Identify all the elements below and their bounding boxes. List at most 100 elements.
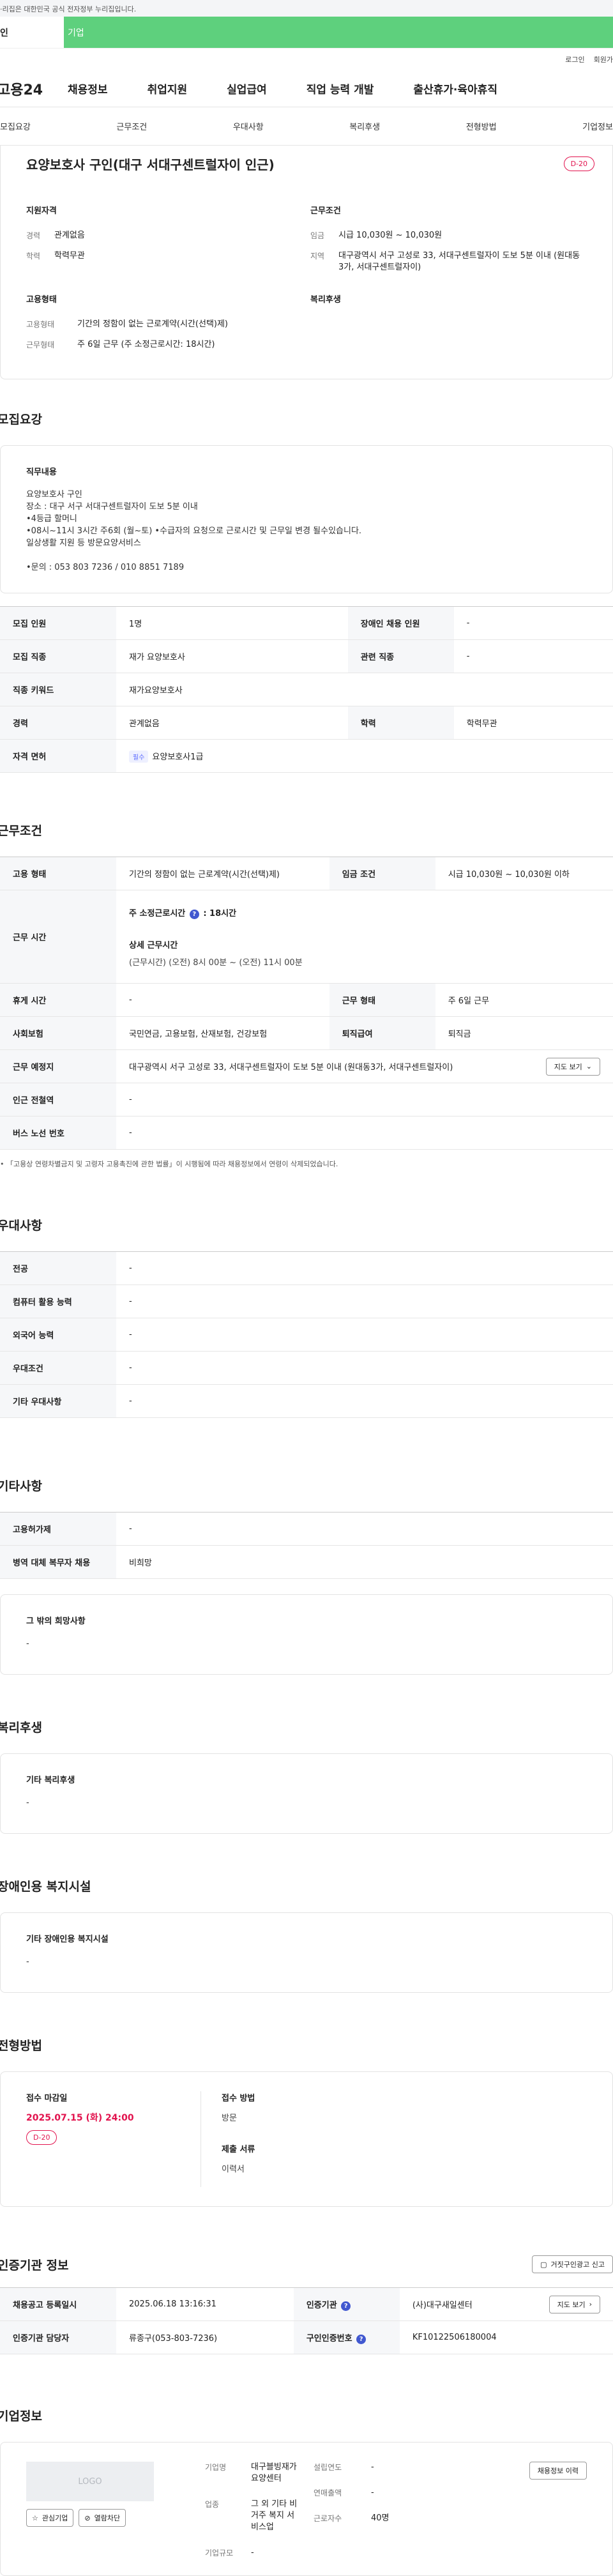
cell-value: 관계없음 — [116, 706, 348, 740]
snb-item-preference[interactable]: 우대사항 — [233, 120, 264, 132]
cell-label: 모집 직종 — [0, 639, 116, 673]
cell-value: 대구광역시 서구 고성로 33, 서대구센트럴자이 도보 5분 이내 (원대동3… — [116, 1049, 613, 1083]
cell-value: - — [116, 1284, 613, 1318]
work-location: 대구광역시 서구 고성로 33, 서대구센트럴자이 도보 5분 이내 (원대동3… — [129, 1063, 453, 1072]
preference-table: 전공 - 컴퓨터 활용 능력 - 외국어 능력 - 우대조건 - 기타 우대사항 - — [0, 1251, 613, 1418]
weekly-hours-label: 주 소정근로시간 — [129, 908, 186, 918]
gnb-item-jobs[interactable]: 채용정보 — [68, 80, 108, 96]
cond-value: 대구광역시 서구 고성로 33, 서대구센트럴자이 도보 5분 이내 (원대동3… — [338, 251, 580, 272]
cell-value: 류종구(053-803-7236) — [116, 2321, 294, 2354]
gnb-item-unemployment-benefit[interactable]: 실업급여 — [227, 80, 267, 96]
login-link[interactable]: 로그인 — [565, 54, 584, 65]
gnb-item-employment-support[interactable]: 취업지원 — [148, 80, 188, 96]
agency-label: 인증기관 — [306, 2300, 337, 2310]
cell-value: 주 소정근로시간 ? : 18시간 상세 근무시간 (근무시간) (오전) 8시… — [116, 890, 613, 984]
block-view-button[interactable]: ⊘ 열람차단 — [79, 2509, 126, 2527]
emp-value: 기간의 정함이 없는 근로계약(시간(선택)제) — [77, 319, 229, 329]
company-industry: 그 외 기타 비거주 복지 서비스업 — [251, 2499, 298, 2532]
cell-value: 재가요양보호사 — [116, 673, 613, 706]
favorite-company-button[interactable]: ☆ 관심기업 — [26, 2509, 74, 2527]
other-wishes-heading: 그 밖의 희망사항 — [26, 1617, 86, 1626]
snb-item-selection[interactable]: 전형방법 — [466, 120, 497, 132]
emp-label: 근무형태 — [26, 340, 55, 349]
license-name: 요양보호사1급 — [152, 752, 204, 762]
cond-label: 임금 — [310, 231, 325, 240]
job-title: 요양보호사 구인(대구 서대구센트럴자이 인근) — [26, 157, 275, 172]
table-row: 외국어 능력 - — [0, 1318, 613, 1352]
welfare-box-value: - — [26, 1798, 29, 1808]
report-false-ad-button[interactable]: ▢ 거짓구인광고 신고 — [532, 2255, 613, 2273]
cell-value: 필수 요양보호사1급 — [116, 739, 613, 773]
cell-label: 경력 — [0, 706, 116, 740]
work-section-title: 근무조건 — [0, 824, 42, 838]
work-table: 고용 형태 기간의 정함이 없는 근로계약(시간(선택)제) 임금 조건 시급 10,… — [0, 857, 613, 1150]
company-box: LOGO ☆ 관심기업 ⊘ 열람차단 기업명 대구블빙재가요양센터 업종 그 외 기타 … — [0, 2442, 613, 2576]
table-row: 기타 우대사항 - — [0, 1384, 613, 1418]
etc-section-title: 기타사항 — [0, 1479, 42, 1493]
welfare-heading: 복리후생 — [310, 295, 341, 305]
tab-personal[interactable]: 인 — [0, 17, 64, 48]
cell-value: 주 6일 근무 — [435, 983, 613, 1017]
cell-value: 1명 — [116, 606, 348, 640]
cell-label: 사회보험 — [0, 1016, 116, 1050]
table-row: 인증기관 담당자 류종구(053-803-7236) 구인인증번호 ? KF10122… — [0, 2321, 613, 2354]
snb-item-welfare[interactable]: 복리후생 — [349, 120, 380, 132]
site-logo[interactable]: 고용24 — [0, 79, 68, 99]
conditions-heading: 근무조건 — [310, 206, 341, 216]
cell-label: 근무 형태 — [329, 983, 435, 1017]
cell-value: KF10122506180004 — [399, 2321, 613, 2354]
cell-label: 직종 키워드 — [0, 673, 116, 706]
cell-label: 병역 대체 복무자 채용 — [0, 1545, 116, 1579]
company-field-label: 설립연도 — [314, 2463, 342, 2472]
cell-label: 학력 — [347, 706, 454, 740]
preference-section-title: 우대사항 — [0, 1219, 42, 1233]
cell-label: 근무 예정지 — [0, 1049, 116, 1083]
cell-label: 버스 노선 번호 — [0, 1116, 116, 1150]
cell-value: - — [453, 639, 613, 673]
cond-label: 지역 — [310, 252, 325, 261]
qualification-heading: 지원자격 — [26, 206, 57, 216]
hiring-history-button[interactable]: 채용정보 이력 — [529, 2462, 587, 2480]
company-field-label: 업종 — [205, 2500, 220, 2509]
qual-label: 학력 — [26, 252, 41, 261]
block-label: 열람차단 — [94, 2514, 121, 2522]
cell-value: 학력무관 — [453, 706, 613, 740]
company-sales: - — [371, 2488, 374, 2497]
cell-value: - — [116, 1116, 613, 1150]
tab-company[interactable]: 기업 — [64, 17, 613, 48]
cell-value: (사)대구새일센터 지도 보기 › — [399, 2287, 613, 2321]
deadline-label: 접수 마감일 — [26, 2094, 68, 2103]
agency-map-button[interactable]: 지도 보기 › — [549, 2295, 600, 2313]
cell-label: 관련 직종 — [347, 639, 454, 673]
deadline-value: 2025.07.15 (화) 24:00 — [26, 2113, 134, 2123]
snb-item-company[interactable]: 기업정보 — [582, 120, 613, 132]
help-icon[interactable]: ? — [356, 2334, 367, 2344]
detail-hours-label: 상세 근무시간 — [129, 940, 178, 950]
snb-item-recruit[interactable]: 모집요강 — [0, 120, 31, 132]
cell-label: 인증기관 ? — [293, 2287, 400, 2321]
table-row: 병역 대체 복무자 채용 비희망 — [0, 1545, 613, 1579]
cell-value: - — [116, 1384, 613, 1418]
deadline-dday-badge: D-20 — [26, 2130, 57, 2145]
cell-value: - — [116, 1351, 613, 1385]
table-row: 휴게 시간 - 근무 형태 주 6일 근무 — [0, 983, 613, 1017]
age-discrimination-note: • 「고용상 연령차별금지 및 고령자 고용촉진에 관한 법률」이 시행됨에 따… — [0, 1160, 338, 1168]
table-row: 전공 - — [0, 1251, 613, 1285]
help-icon[interactable]: ? — [189, 909, 199, 919]
help-icon[interactable]: ? — [341, 2301, 351, 2311]
map-button[interactable]: 지도 보기 ⌄ — [545, 1057, 600, 1076]
cell-value: - — [453, 606, 613, 640]
gnb-item-parental-leave[interactable]: 출산휴가·육아휴직 — [413, 80, 497, 96]
cell-label: 고용허가제 — [0, 1512, 116, 1546]
welfare-section-title: 복리후생 — [0, 1721, 42, 1735]
cell-value: 2025.06.18 13:16:31 — [116, 2287, 294, 2321]
snb-item-conditions[interactable]: 근무조건 — [116, 120, 147, 132]
cell-label: 근무 시간 — [0, 890, 116, 984]
gnb-item-vocational-training[interactable]: 직업 능력 개발 — [306, 80, 374, 96]
cell-label: 장애인 채용 인원 — [347, 606, 454, 640]
emp-value: 주 6일 근무 (주 소정근로시간: 18시간) — [77, 340, 215, 349]
company-size: - — [251, 2548, 254, 2557]
signup-link[interactable]: 회원가 — [594, 54, 613, 65]
cell-label: 모집 인원 — [0, 606, 116, 640]
block-icon: ⊘ — [84, 2513, 91, 2522]
